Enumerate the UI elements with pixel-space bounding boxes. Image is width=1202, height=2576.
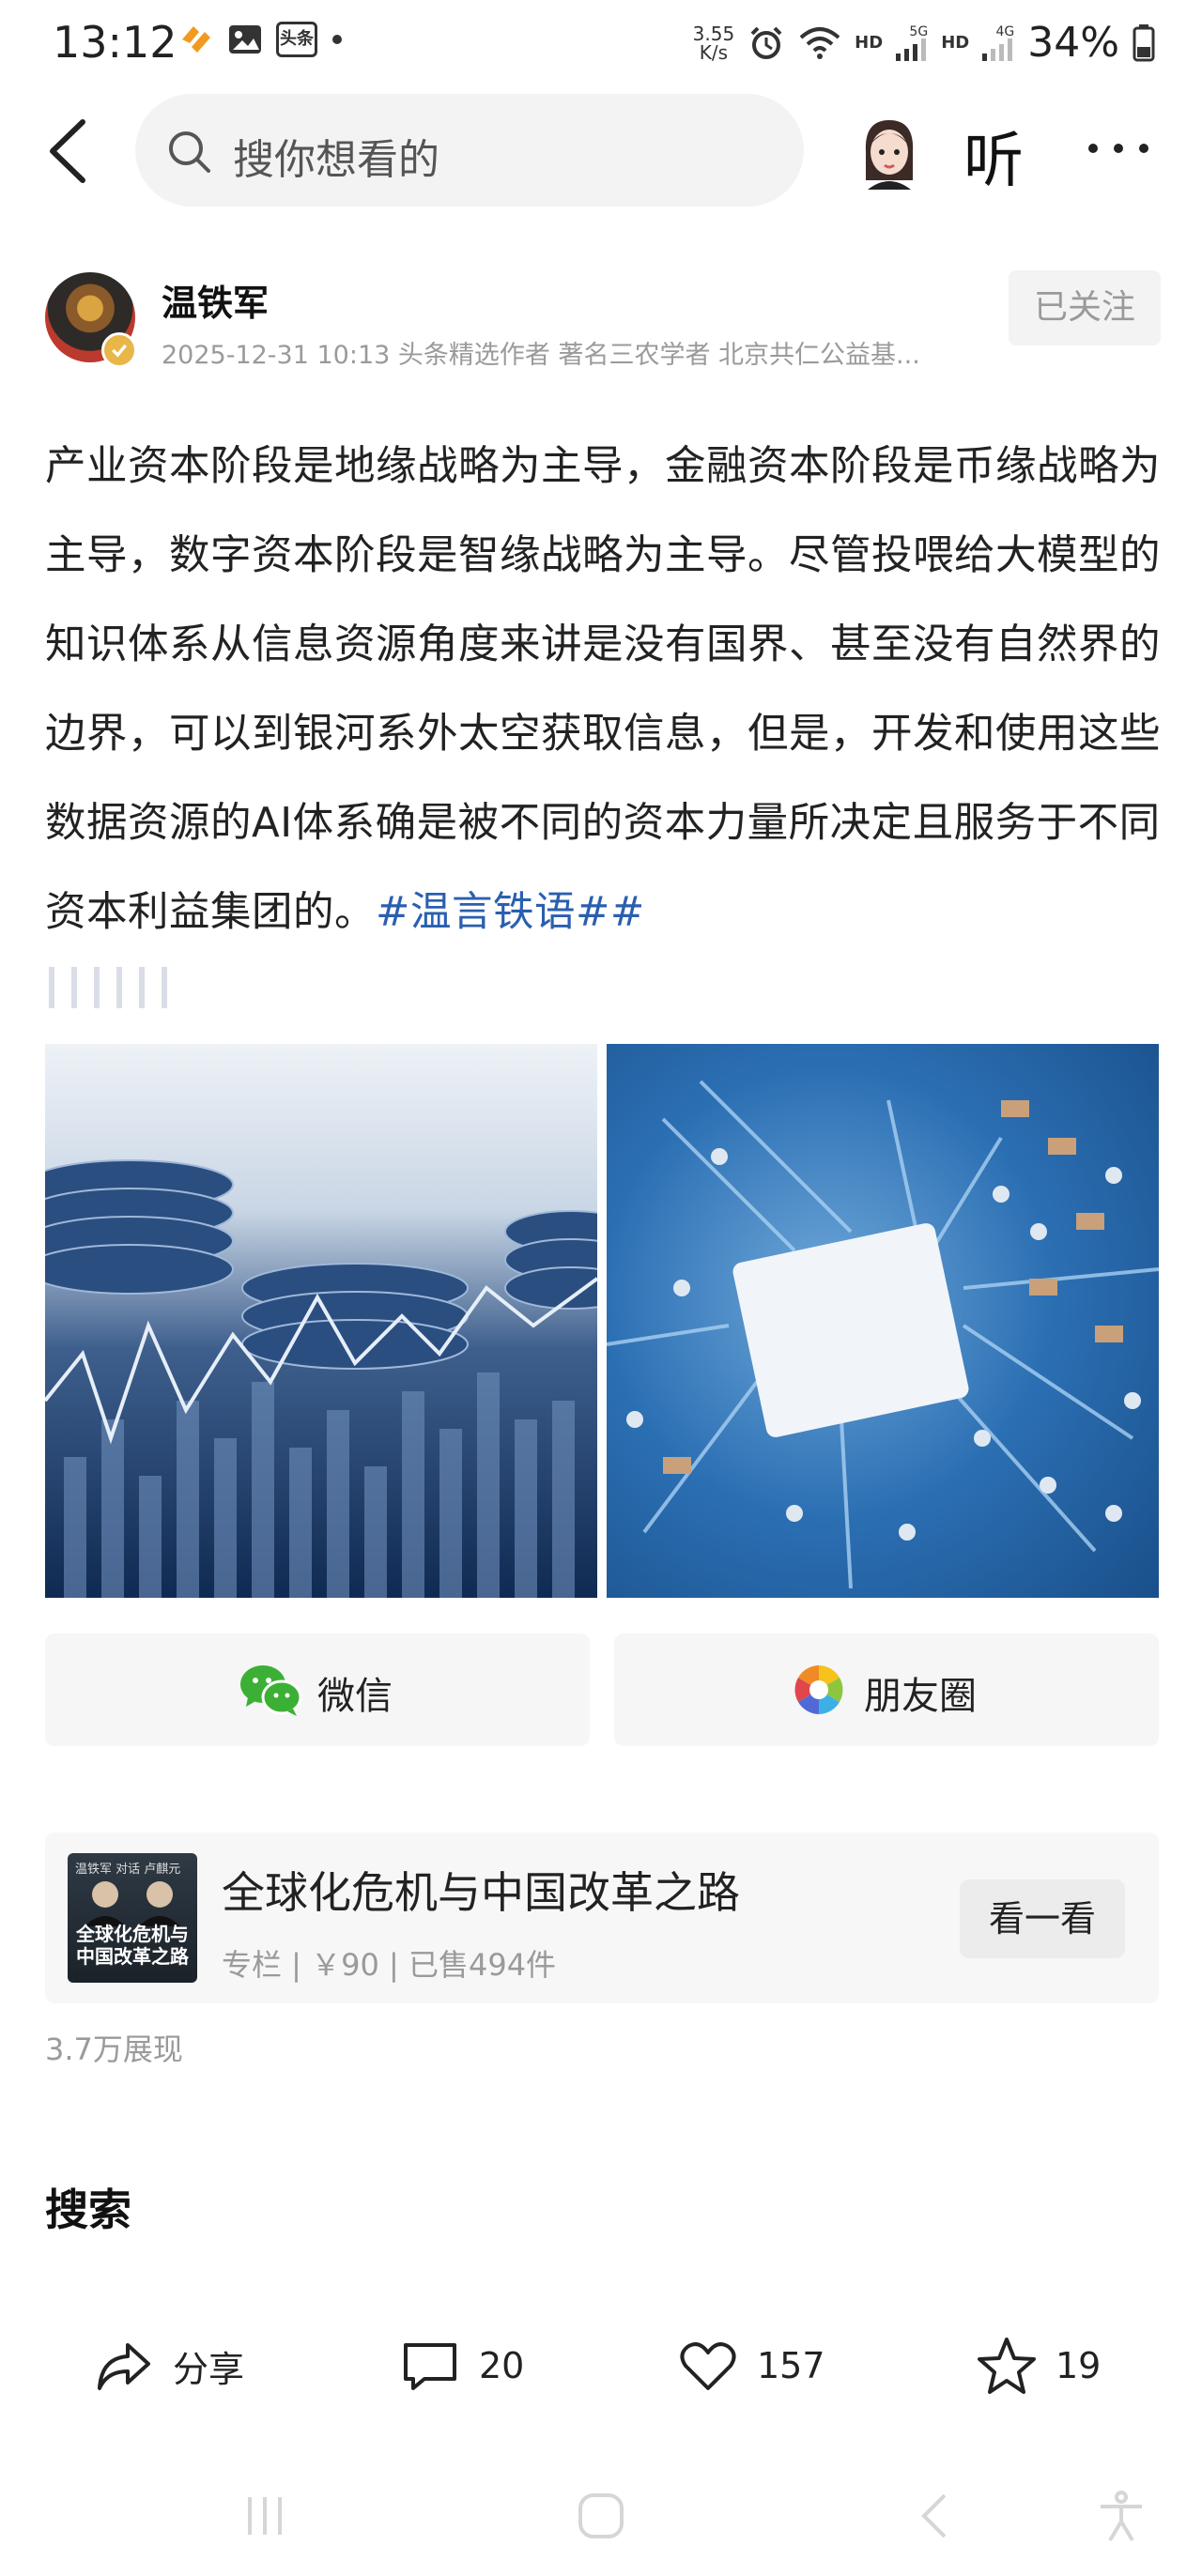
like-action[interactable]: 157 <box>678 2328 825 2403</box>
accessibility-icon[interactable] <box>1093 2488 1149 2544</box>
battery-icon <box>1133 23 1155 61</box>
author-row: 温铁军 2025-12-31 10:13 头条精选作者 著名三农学者 北京共仁公… <box>0 267 1202 379</box>
column-cover-image: 温铁军 对话 卢麒元 全球化危机与中国改革之路 <box>68 1853 197 1983</box>
battery-percent: 34% <box>1027 19 1119 67</box>
status-notification-icons: 头条 <box>177 21 344 58</box>
hashtag-link[interactable]: #温言铁语## <box>376 889 645 936</box>
status-time: 13:12 <box>53 17 177 68</box>
comment-action[interactable]: 20 <box>400 2328 524 2403</box>
star-icon <box>978 2338 1036 2394</box>
like-count: 157 <box>757 2345 825 2386</box>
verified-badge-icon <box>101 332 137 368</box>
author-meta: 2025-12-31 10:13 头条精选作者 著名三农学者 北京共仁公益基..… <box>162 341 920 370</box>
share-action[interactable]: 分享 <box>94 2328 244 2403</box>
article-text: 产业资本阶段是地缘战略为主导，金融资本阶段是币缘战略为主导，数字资本阶段是智缘战… <box>45 443 1161 936</box>
comment-count: 20 <box>479 2345 525 2386</box>
wechat-icon <box>240 1665 302 1716</box>
bottom-action-bar: 分享 20 157 19 <box>0 2328 1202 2403</box>
column-card[interactable]: 温铁军 对话 卢麒元 全球化危机与中国改革之路 全球化危机与中国改革之路 专栏 … <box>45 1832 1159 2003</box>
comment-icon <box>404 2343 456 2390</box>
assistant-avatar-icon[interactable] <box>856 115 922 190</box>
column-meta: 专栏 | ￥90 | 已售494件 <box>222 1947 557 1983</box>
favorite-count: 19 <box>1056 2345 1102 2386</box>
back-arrow-icon[interactable] <box>41 118 98 184</box>
impressions-count: 3.7万展现 <box>45 2032 183 2067</box>
share-icon <box>98 2343 150 2390</box>
signal-4g-icon: 4G <box>982 25 1014 61</box>
hd-label-2: HD <box>941 33 970 53</box>
app-notification-icon <box>182 26 210 53</box>
author-name[interactable]: 温铁军 <box>162 274 269 326</box>
share-label: 分享 <box>173 2348 245 2390</box>
home-icon[interactable] <box>573 2488 629 2544</box>
search-section-heading: 搜索 <box>45 2185 131 2235</box>
recent-apps-icon[interactable] <box>237 2488 293 2544</box>
system-navigation-bar <box>0 2469 1202 2563</box>
signal-5g-label: 5G <box>909 23 929 39</box>
top-nav-bar: 搜你想看的 听 <box>0 90 1202 212</box>
heart-icon <box>680 2342 736 2390</box>
view-column-button[interactable]: 看一看 <box>960 1879 1125 1958</box>
share-moments-button[interactable]: 朋友圈 <box>614 1633 1159 1746</box>
status-bar: 13:12 头条 3.55 K/s HD 5G HD 4G 34% <box>0 0 1202 90</box>
article-body: 产业资本阶段是地缘战略为主导，金融资本阶段是币缘战略为主导，数字资本阶段是智缘战… <box>45 422 1163 958</box>
net-speed: 3.55 K/s <box>692 22 735 64</box>
signal-5g-icon: 5G <box>896 25 928 61</box>
coins-chart-image[interactable] <box>45 1044 597 1598</box>
back-nav-icon[interactable] <box>909 2488 965 2544</box>
wifi-icon <box>799 26 840 59</box>
circuit-chip-image[interactable] <box>607 1044 1159 1598</box>
search-placeholder: 搜你想看的 <box>233 136 439 184</box>
favorite-action[interactable]: 19 <box>977 2328 1101 2403</box>
share-moments-label: 朋友圈 <box>864 1675 977 1718</box>
dot-icon <box>332 35 342 44</box>
text-loading-indicator <box>49 967 167 1008</box>
share-wechat-label: 微信 <box>317 1675 393 1718</box>
search-icon <box>169 131 210 173</box>
hd-label: HD <box>855 33 884 53</box>
column-title: 全球化危机与中国改革之路 <box>222 1867 740 1918</box>
follow-button[interactable]: 已关注 <box>1009 270 1161 345</box>
moments-icon <box>794 1665 843 1714</box>
listen-button[interactable]: 听 <box>963 113 1024 199</box>
image-icon <box>229 25 261 54</box>
status-right: 3.55 K/s HD 5G HD 4G 34% <box>693 19 1155 67</box>
search-input[interactable]: 搜你想看的 <box>135 94 804 207</box>
toutiao-badge-icon: 头条 <box>276 22 317 57</box>
alarm-icon <box>750 26 782 59</box>
share-row: 微信 朋友圈 <box>45 1633 1159 1746</box>
more-options-icon[interactable] <box>1086 137 1151 160</box>
article-image-grid <box>45 1044 1159 1598</box>
signal-4g-label: 4G <box>995 23 1015 39</box>
share-wechat-button[interactable]: 微信 <box>45 1633 590 1746</box>
column-cover-title: 全球化危机与中国改革之路 <box>76 1923 189 1968</box>
